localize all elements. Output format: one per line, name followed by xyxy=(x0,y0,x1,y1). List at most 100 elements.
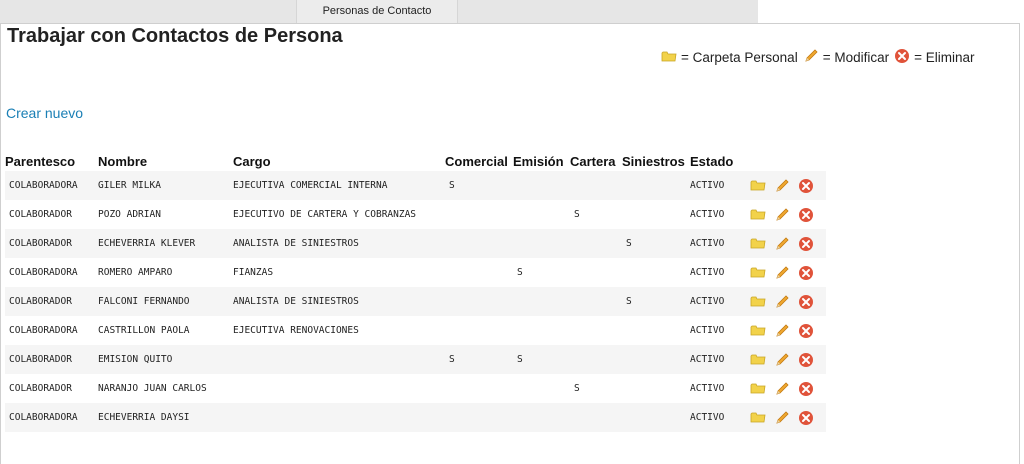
folder-icon[interactable] xyxy=(750,294,766,310)
cell-parentesco: COLABORADOR xyxy=(5,287,98,316)
table-header-row: Parentesco Nombre Cargo Comercial Emisió… xyxy=(5,151,826,171)
cell-nombre: FALCONI FERNANDO xyxy=(98,287,233,316)
cell-cartera xyxy=(570,229,622,258)
cell-emision xyxy=(513,403,570,432)
folder-icon[interactable] xyxy=(750,410,766,426)
cell-estado: ACTIVO xyxy=(690,287,738,316)
cell-estado: ACTIVO xyxy=(690,325,725,336)
cell-actions xyxy=(738,200,826,229)
cell-estado: ACTIVO xyxy=(690,267,725,278)
table-row: COLABORADOR FALCONI FERNANDO ANALISTA DE S… xyxy=(5,287,826,316)
cell-parentesco: COLABORADORA xyxy=(9,325,78,336)
delete-icon[interactable] xyxy=(798,178,814,194)
cell-cartera: S xyxy=(574,383,580,394)
folder-icon[interactable] xyxy=(750,381,766,397)
delete-icon[interactable] xyxy=(798,323,814,339)
cell-comercial xyxy=(445,229,513,258)
cell-cargo: EJECUTIVA RENOVACIONES xyxy=(233,325,359,336)
cell-cargo xyxy=(233,403,445,432)
legend-delete-label: = Eliminar xyxy=(914,50,975,65)
cell-estado: ACTIVO xyxy=(690,209,725,220)
cell-estado: ACTIVO xyxy=(690,229,738,258)
cell-parentesco: COLABORADORA xyxy=(9,267,78,278)
cell-parentesco: COLABORADORA xyxy=(5,171,98,200)
cell-estado: ACTIVO xyxy=(690,171,738,200)
pencil-icon[interactable] xyxy=(774,352,790,368)
cell-comercial: S xyxy=(445,171,513,200)
header-estado: Estado xyxy=(690,153,734,169)
page-title: Trabajar con Contactos de Persona xyxy=(7,25,343,47)
pencil-icon[interactable] xyxy=(774,323,790,339)
cell-comercial xyxy=(445,287,513,316)
cell-cartera xyxy=(570,345,622,374)
pencil-icon[interactable] xyxy=(774,236,790,252)
cell-actions xyxy=(738,287,826,316)
cell-comercial xyxy=(445,200,513,229)
cell-siniestros xyxy=(622,345,690,374)
delete-icon[interactable] xyxy=(798,236,814,252)
pencil-icon[interactable] xyxy=(774,381,790,397)
header-nombre: Nombre xyxy=(98,153,148,169)
table-row: COLABORADORA ECHEVERRIA DAYSI ACTIVO xyxy=(5,403,826,432)
cell-siniestros xyxy=(622,200,690,229)
delete-icon[interactable] xyxy=(798,381,814,397)
folder-icon[interactable] xyxy=(750,236,766,252)
pencil-icon[interactable] xyxy=(774,410,790,426)
icon-legend: = Carpeta Personal = Modificar = Elimina… xyxy=(656,48,975,67)
table-row: COLABORADOR EMISION QUITO S S ACTIVO xyxy=(5,345,826,374)
folder-icon[interactable] xyxy=(750,323,766,339)
cell-cartera xyxy=(570,258,622,287)
cell-cartera xyxy=(570,316,622,345)
cell-siniestros: S xyxy=(622,229,690,258)
table-row: COLABORADOR POZO ADRIAN EJECUTIVO DE CARTE… xyxy=(5,200,826,229)
table-row: COLABORADOR ECHEVERRIA KLEVER ANALISTA DE … xyxy=(5,229,826,258)
cell-comercial xyxy=(445,374,513,403)
table-row: COLABORADORA CASTRILLON PAOLA EJECUTIVA RE… xyxy=(5,316,826,345)
cell-actions xyxy=(738,229,826,258)
header-cartera: Cartera xyxy=(570,153,616,169)
cell-actions xyxy=(738,374,826,403)
header-emision: Emisión xyxy=(513,153,564,169)
delete-icon[interactable] xyxy=(798,352,814,368)
cell-siniestros: S xyxy=(622,287,690,316)
folder-icon[interactable] xyxy=(750,207,766,223)
cell-emision xyxy=(513,374,570,403)
cell-comercial xyxy=(445,403,513,432)
cell-nombre: POZO ADRIAN xyxy=(98,209,161,220)
cell-cargo xyxy=(233,374,445,403)
cell-cargo: EJECUTIVA COMERCIAL INTERNA xyxy=(233,171,445,200)
cell-nombre: EMISION QUITO xyxy=(98,345,233,374)
delete-icon[interactable] xyxy=(798,265,814,281)
cell-comercial: S xyxy=(445,345,513,374)
cell-estado: ACTIVO xyxy=(690,383,725,394)
folder-icon[interactable] xyxy=(750,178,766,194)
cell-emision xyxy=(513,171,570,200)
cell-siniestros xyxy=(622,374,690,403)
cell-actions xyxy=(738,403,826,432)
delete-icon[interactable] xyxy=(798,410,814,426)
cell-siniestros xyxy=(622,403,690,432)
create-new-link[interactable]: Crear nuevo xyxy=(6,105,83,121)
cell-nombre: GILER MILKA xyxy=(98,171,233,200)
table-row: COLABORADOR NARANJO JUAN CARLOS S ACTIVO xyxy=(5,374,826,403)
pencil-icon[interactable] xyxy=(774,265,790,281)
cell-emision: S xyxy=(517,267,523,278)
cell-parentesco: COLABORADORA xyxy=(5,403,98,432)
tab-personas-de-contacto[interactable]: Personas de Contacto xyxy=(296,0,458,23)
pencil-icon[interactable] xyxy=(774,294,790,310)
contacts-table: Parentesco Nombre Cargo Comercial Emisió… xyxy=(5,151,826,432)
delete-icon[interactable] xyxy=(798,294,814,310)
cell-emision xyxy=(513,229,570,258)
pencil-icon xyxy=(803,48,819,67)
delete-icon[interactable] xyxy=(798,207,814,223)
cell-siniestros xyxy=(622,258,690,287)
cell-parentesco: COLABORADOR xyxy=(9,209,72,220)
tab-bar: Personas de Contacto xyxy=(0,0,758,23)
cell-nombre: ROMERO AMPARO xyxy=(98,267,173,278)
pencil-icon[interactable] xyxy=(774,178,790,194)
folder-icon[interactable] xyxy=(750,352,766,368)
folder-icon xyxy=(661,49,677,66)
pencil-icon[interactable] xyxy=(774,207,790,223)
cell-parentesco: COLABORADOR xyxy=(5,345,98,374)
folder-icon[interactable] xyxy=(750,265,766,281)
